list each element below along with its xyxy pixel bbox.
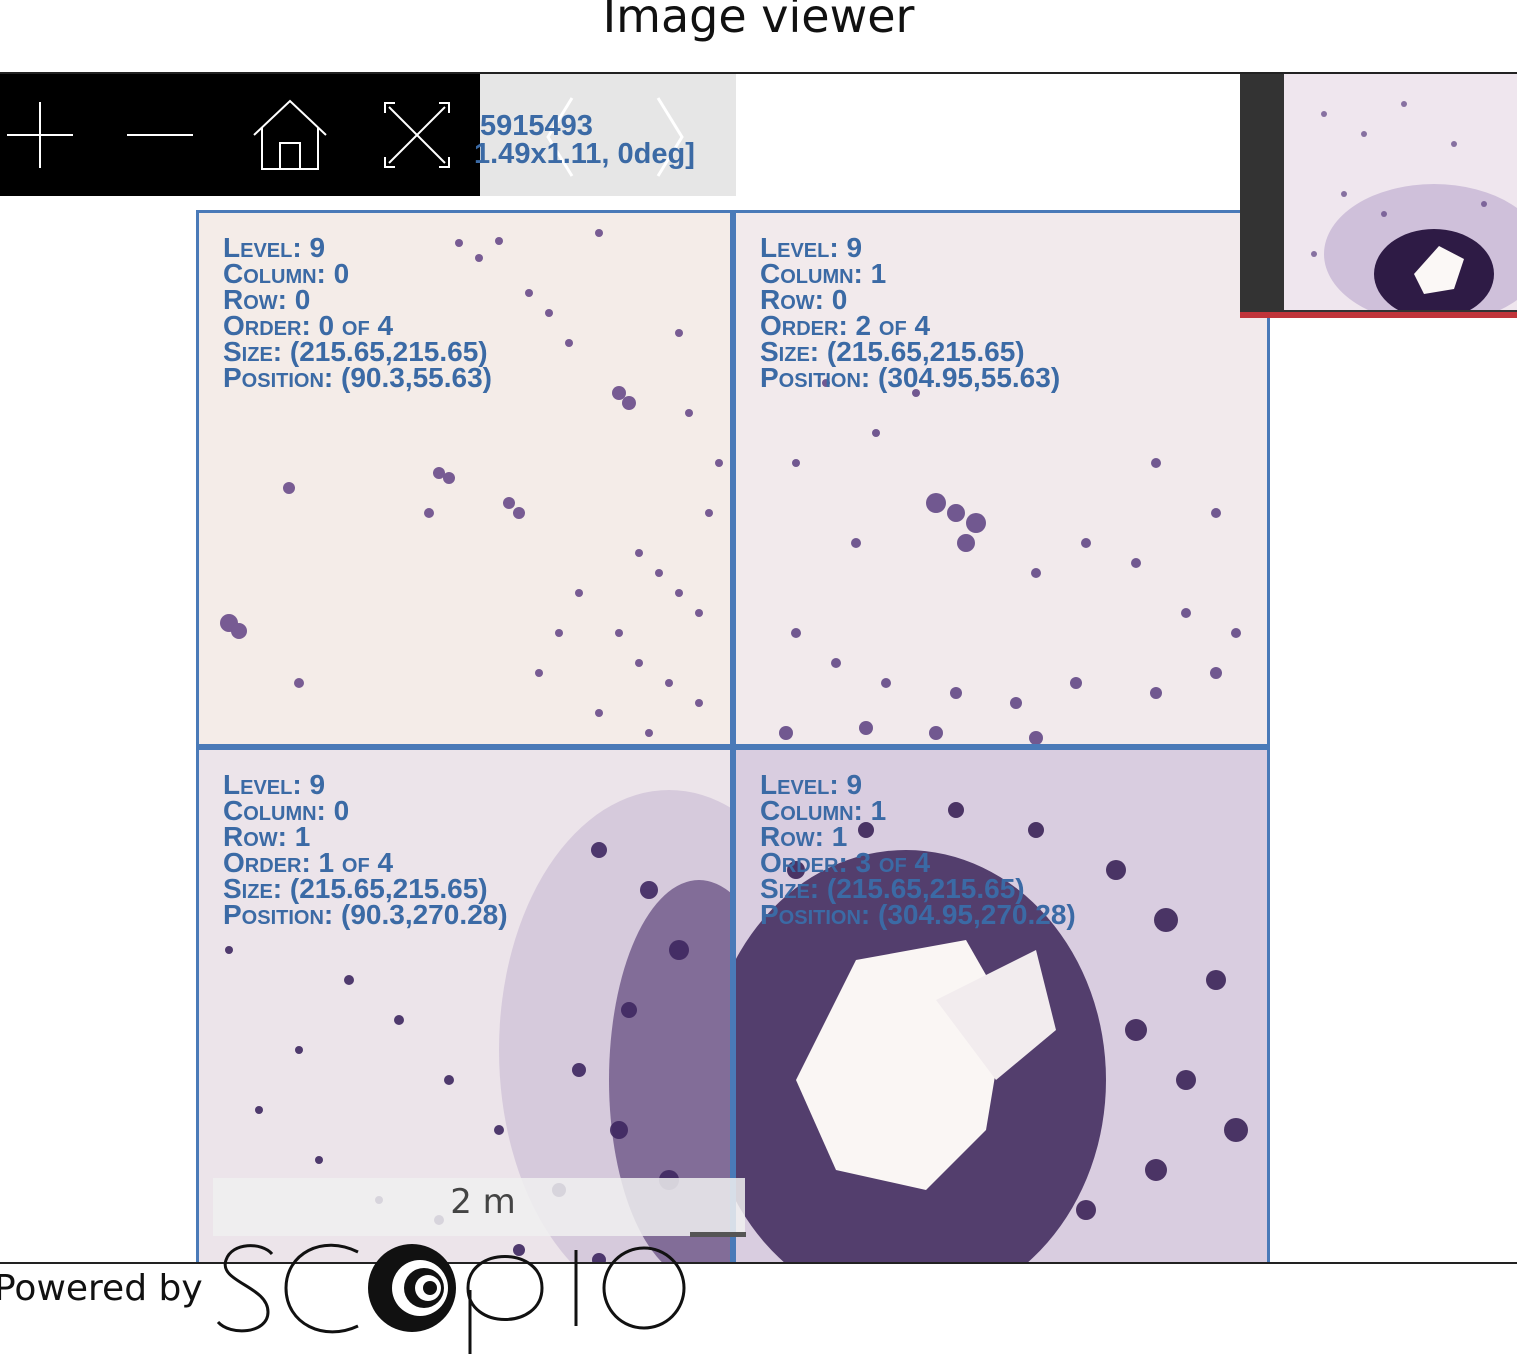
tile-col1-row1: Level: 9 Column: 1 Row: 1 Order: 3 of 4 Siz… [733,747,1270,1262]
zoom-out-button[interactable] [100,74,220,196]
navigator-minimap[interactable] [1240,74,1517,318]
page-title: Image viewer [602,0,915,43]
tile-info: Level: 9 Column: 1 Row: 1 Order: 3 of 4 Siz… [760,769,1076,930]
viewer-toolbar [0,74,480,196]
tile-info: Level: 9 Column: 0 Row: 0 Order: 0 of 4 Siz… [223,232,492,393]
zoom-in-icon [7,102,73,168]
fullscreen-icon [384,102,450,168]
home-button[interactable] [230,74,350,196]
scopio-logo [216,1243,686,1354]
tile-col1-row0: Level: 9 Column: 1 Row: 0 Order: 2 of 4 Siz… [733,210,1270,747]
tile-info: Level: 9 Column: 0 Row: 1 Order: 1 of 4 Siz… [223,769,508,930]
zoom-out-icon [127,134,193,136]
scale-label: 2 m [450,1182,516,1222]
scale-bar [690,1232,746,1237]
navigator-indicator [1240,312,1517,318]
tile-info: Level: 9 Column: 1 Row: 0 Order: 2 of 4 Siz… [760,232,1061,393]
zoom-in-button[interactable] [0,74,100,196]
sequence-nav-panel: 5915493 1.49x1.11, 0deg] [474,74,736,196]
image-info-text: 5915493 1.49x1.11, 0deg] [474,110,695,170]
home-icon [253,99,327,170]
powered-by-label: Powered by [0,1268,203,1309]
tile-col0-row0: Level: 9 Column: 0 Row: 0 Order: 0 of 4 Siz… [196,210,733,747]
scale-bar-box: 2 m [213,1178,745,1236]
fullscreen-button[interactable] [357,74,477,196]
navigator-thumbnail [1284,74,1517,310]
